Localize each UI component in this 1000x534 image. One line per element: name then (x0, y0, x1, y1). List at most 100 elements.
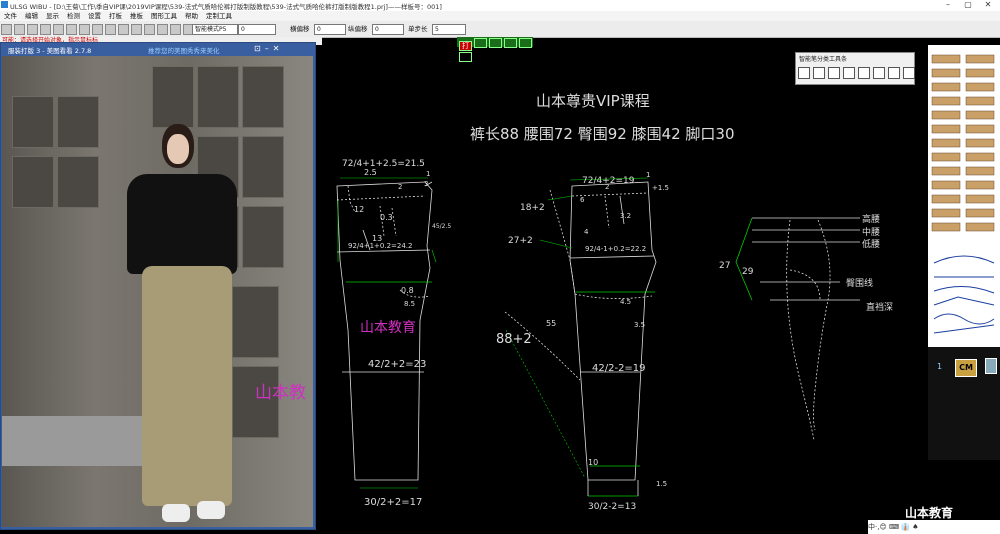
back-dim-2: 2 (605, 183, 609, 191)
menu-settings[interactable]: 设置 (84, 11, 105, 21)
pattern-watermark: 山本教育 (360, 320, 416, 336)
v-offset-label: 纵偏移 (348, 25, 368, 33)
back-dim-1-5b: 1.5 (656, 480, 667, 488)
menu-help[interactable]: 帮助 (181, 11, 202, 21)
maximize-button[interactable]: ▢ (958, 0, 978, 10)
mode-select[interactable]: 智能模式P5 (192, 24, 238, 35)
front-dim-12: 12 (354, 205, 364, 214)
rect-tool-icon[interactable] (798, 67, 810, 79)
front-dim-2: 2 (398, 183, 402, 191)
menu-view[interactable]: 显示 (42, 11, 63, 21)
side-dim-27: 27 (719, 261, 730, 271)
measurements-line: 裤长88 腰围72 臀围92 膝围42 脚口30 (470, 125, 735, 143)
curve-tool-icon[interactable] (843, 67, 855, 79)
new-file-icon[interactable] (1, 24, 12, 35)
palette-close-icon[interactable] (903, 67, 915, 79)
menu-bar: 文件 编辑 显示 检测 设置 打板 推板 图形工具 帮助 定制工具 (0, 11, 1000, 21)
undo-icon[interactable] (118, 24, 129, 35)
zoom-fit-icon[interactable] (79, 24, 90, 35)
step-label: 单步长 (408, 25, 428, 33)
menu-check[interactable]: 检测 (63, 11, 84, 21)
front-dim-3: 3 (424, 180, 428, 188)
low-waist-label: 低腰 (862, 238, 880, 250)
back-dim-3-5: 3.5 (634, 321, 645, 329)
menu-pattern[interactable]: 打板 (105, 11, 126, 21)
app-icon (1, 1, 8, 8)
toolbar (0, 21, 1000, 38)
window-title: ULSG WIBU - [D:\王菊\工作\季自VIP课\2019VIP课程\5… (10, 3, 442, 11)
back-dim-1: 1 (646, 171, 650, 179)
photo-viewer-link[interactable]: 推荐您的美图秀秀来美化 (148, 45, 220, 55)
photo-window-controls[interactable]: ⊡–✕ (254, 44, 304, 54)
v-offset-input[interactable]: 0 (372, 24, 404, 35)
fashion-photo (2, 56, 313, 527)
photo-viewer-title: 服装打版 3 - 美图看看 2.7.8 (8, 47, 92, 55)
menu-custom-tools[interactable]: 定制工具 (202, 11, 236, 21)
menu-grading[interactable]: 推板 (126, 11, 147, 21)
brand-logo: 山本教育 (905, 506, 954, 520)
zoom-out-icon[interactable] (66, 24, 77, 35)
front-knee-formula: 42/2+2=23 (368, 359, 426, 370)
hip-line-label: 臀围线 (846, 277, 873, 289)
height-tool-icon[interactable] (888, 67, 900, 79)
zoom-in-icon[interactable] (53, 24, 64, 35)
front-hem-formula: 30/2+2=17 (364, 497, 422, 508)
close-button[interactable]: ✕ (978, 0, 998, 10)
open-file-icon[interactable] (14, 24, 25, 35)
back-dim-3-2: 3.2 (620, 212, 631, 220)
front-dim-0-3: 0.3 (380, 213, 393, 222)
h-offset-input[interactable]: 0 (314, 24, 346, 35)
redo-icon[interactable] (131, 24, 142, 35)
page-number: 1 (937, 362, 943, 371)
paste-icon[interactable] (170, 24, 181, 35)
front-hip-formula: 92/4+1+0.2=24.2 (348, 242, 413, 250)
pattern-canvas[interactable]: 山本尊贵VIP课程 裤长88 腰围72 臀围92 膝围42 脚口30 72/4+… (316, 45, 926, 529)
menu-edit[interactable]: 编辑 (21, 11, 42, 21)
back-length: 88+2 (496, 332, 532, 347)
back-hem-formula: 30/2-2=13 (588, 502, 636, 512)
side-view (735, 217, 860, 441)
menu-file[interactable]: 文件 (0, 11, 21, 21)
line-tool-icon[interactable] (813, 67, 825, 79)
back-dim-4: 4 (584, 228, 589, 236)
minimize-button[interactable]: – (938, 0, 958, 10)
crotch-depth-label: 直裆深 (866, 301, 893, 313)
back-dim-1-5a: +1.5 (652, 184, 669, 192)
front-dim-8-5: 8.5 (404, 300, 415, 308)
h-offset-label: 横偏移 (290, 25, 310, 33)
back-dim-4-5: 4.5 (620, 298, 631, 306)
pan-icon[interactable] (92, 24, 103, 35)
offset-tool-icon[interactable] (858, 67, 870, 79)
back-dim-27: 27+2 (508, 236, 533, 246)
system-tray[interactable]: 中·,😊 ⌨ 👔 ♠ (868, 520, 1000, 534)
back-dim-55: 55 (546, 319, 556, 328)
smart-pen-toolbar-title: 智能笔分类工具条 (799, 56, 848, 63)
tool-panel-icons[interactable] (928, 53, 1000, 353)
cut-icon[interactable] (144, 24, 155, 35)
front-dim-0-8: 0.8 (401, 286, 414, 295)
angle-tool-icon[interactable] (828, 67, 840, 79)
cm-unit-button[interactable]: CM (955, 359, 977, 377)
course-header: 山本尊贵VIP课程 (536, 92, 650, 110)
step-input[interactable]: 5 (432, 24, 466, 35)
print-icon[interactable] (40, 24, 51, 35)
mid-waist-label: 中腰 (862, 226, 880, 238)
photo-watermark: 山本教 (255, 383, 306, 403)
save-icon[interactable] (27, 24, 38, 35)
document-icon[interactable] (985, 358, 997, 374)
back-dim-10: 10 (588, 458, 598, 467)
back-knee-formula: 42/2-2=19 (592, 363, 646, 374)
front-dim-2-5: 2.5 (364, 168, 377, 177)
copy-icon[interactable] (157, 24, 168, 35)
front-dim-45: 45/2.5 (432, 223, 451, 230)
measure-tool-icon[interactable] (873, 67, 885, 79)
front-waist-formula: 72/4+1+2.5=21.5 (342, 159, 425, 169)
refresh-icon[interactable] (105, 24, 116, 35)
high-waist-label: 高腰 (862, 213, 880, 225)
menu-graphic-tools[interactable]: 图形工具 (147, 11, 181, 21)
mode-value-input[interactable]: 0 (238, 24, 276, 35)
side-dim-29: 29 (742, 267, 754, 277)
front-dim-1: 1 (426, 170, 430, 178)
back-hip-formula: 92/4-1+0.2=22.2 (585, 245, 646, 253)
back-dim-18: 18+2 (520, 203, 545, 213)
